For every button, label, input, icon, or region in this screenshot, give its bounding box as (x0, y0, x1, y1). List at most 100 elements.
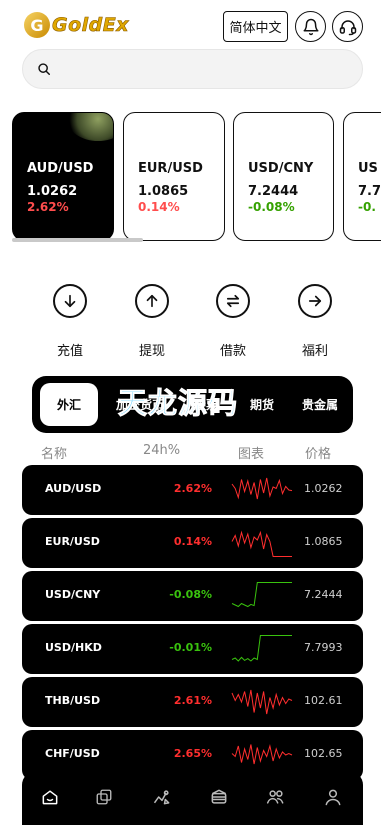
logo: G GoldEx (24, 12, 129, 38)
row-price: 7.7993 (304, 641, 343, 654)
sparkline-path (231, 744, 293, 765)
nav-markets[interactable] (93, 786, 115, 808)
bottom-nav (22, 771, 363, 825)
layers-icon (96, 789, 112, 805)
arrow-right-circle-icon (298, 284, 332, 318)
row-price: 102.61 (304, 694, 343, 707)
card-change: -0. (358, 200, 376, 214)
tab-precious-metals[interactable]: 贵金属 (292, 376, 348, 433)
quote-card[interactable]: EUR/USD 1.0865 0.14% (123, 112, 225, 241)
quote-row[interactable]: EUR/USD 0.14% 1.0865 (22, 518, 363, 568)
quote-card[interactable]: AUD/USD 1.0262 2.62% (12, 112, 114, 241)
deposit-button[interactable]: 充值 (45, 284, 95, 359)
logo-text: GoldEx (52, 14, 129, 37)
language-button[interactable]: 简体中文 (223, 11, 288, 42)
row-sparkline (231, 744, 293, 765)
sparkline-path (231, 635, 292, 662)
row-change: 2.62% (173, 482, 212, 495)
row-change: 0.14% (173, 535, 212, 548)
card-glow (67, 113, 113, 141)
row-symbol: EUR/USD (45, 535, 100, 548)
home-icon (42, 790, 58, 805)
action-label: 充值 (56, 344, 83, 359)
card-change: 2.62% (27, 200, 69, 214)
nav-profile[interactable] (322, 786, 344, 808)
row-sparkline (231, 582, 292, 608)
quote-row[interactable]: THB/USD 2.61% 102.61 (22, 677, 363, 727)
row-price: 7.2444 (304, 588, 343, 601)
benefits-button[interactable]: 福利 (290, 284, 340, 359)
row-symbol: THB/USD (45, 694, 101, 707)
chart-icon (153, 790, 170, 805)
category-tabs: 外汇 加密货币 股票 期货 贵金属 (32, 376, 353, 433)
row-price: 1.0865 (304, 535, 343, 548)
card-pair: USD/CNY (248, 161, 314, 176)
action-label: 福利 (301, 344, 328, 359)
row-sparkline (231, 635, 292, 662)
quote-card-carousel[interactable]: AUD/USD 1.0262 2.62% EUR/USD 1.0865 0.14… (0, 111, 381, 243)
bell-icon (303, 18, 318, 35)
card-pair: US (358, 161, 378, 176)
nav-community[interactable] (265, 786, 287, 808)
support-button[interactable] (332, 11, 363, 42)
row-symbol: AUD/USD (45, 482, 102, 495)
logo-mark: G (24, 12, 50, 38)
card-price: 1.0865 (138, 184, 189, 199)
card-price: 7.7 (358, 184, 381, 199)
sparkline-path (231, 582, 292, 608)
row-price: 102.65 (304, 747, 343, 760)
row-symbol: USD/CNY (45, 588, 101, 601)
notification-button[interactable] (295, 11, 326, 42)
row-change: 2.61% (173, 694, 212, 707)
row-sparkline (231, 477, 293, 500)
wallet-icon (211, 789, 227, 804)
tab-crypto[interactable]: 加密货币 (104, 376, 176, 433)
card-change: -0.08% (248, 200, 295, 214)
app-root: G GoldEx 简体中文 AUD/USD 1.0262 2.62% EUR/U… (0, 0, 381, 825)
row-change: 2.65% (173, 747, 212, 760)
column-header-name: 名称 (41, 447, 68, 462)
sparkline-path (231, 530, 292, 557)
tab-stocks[interactable]: 股票 (180, 376, 232, 433)
quote-row[interactable]: USD/CNY -0.08% 7.2444 (22, 571, 363, 621)
nav-home[interactable] (39, 786, 61, 808)
withdraw-button[interactable]: 提现 (127, 284, 177, 359)
nav-trade[interactable] (151, 786, 173, 808)
users-icon (266, 790, 284, 804)
row-symbol: USD/HKD (45, 641, 102, 654)
search-icon (38, 63, 50, 75)
row-change: -0.01% (169, 641, 212, 654)
card-change: 0.14% (138, 200, 180, 214)
row-symbol: CHF/USD (45, 747, 100, 760)
column-header-price: 价格 (305, 447, 332, 462)
action-label: 借款 (219, 344, 246, 359)
headset-icon (339, 19, 356, 35)
swap-circle-icon (216, 284, 250, 318)
arrow-down-circle-icon (53, 284, 87, 318)
tab-futures[interactable]: 期货 (236, 376, 288, 433)
quote-row[interactable]: USD/HKD -0.01% 7.7993 (22, 624, 363, 674)
column-header-chart: 图表 (238, 447, 265, 462)
row-change: -0.08% (169, 588, 212, 601)
row-price: 1.0262 (304, 482, 343, 495)
tab-forex[interactable]: 外汇 (40, 383, 98, 426)
row-sparkline (231, 530, 292, 557)
card-price: 7.2444 (248, 184, 299, 199)
nav-assets[interactable] (208, 786, 230, 808)
card-pair: AUD/USD (27, 161, 94, 176)
action-label: 提现 (138, 344, 165, 359)
quote-card[interactable]: USD/CNY 7.2444 -0.08% (233, 112, 334, 241)
quote-row[interactable]: AUD/USD 2.62% 1.0262 (22, 465, 363, 515)
arrow-up-circle-icon (135, 284, 169, 318)
quote-card[interactable]: US 7.7 -0. (343, 112, 381, 241)
row-sparkline (231, 689, 293, 715)
top-bar: G GoldEx 简体中文 (0, 0, 381, 52)
sparkline-path (231, 477, 293, 500)
carousel-scroll-indicator (12, 238, 143, 242)
sparkline-path (231, 689, 293, 715)
profile-icon (325, 789, 341, 806)
search-input[interactable] (59, 61, 339, 77)
search-bar[interactable] (22, 49, 363, 89)
card-pair: EUR/USD (138, 161, 203, 176)
loan-button[interactable]: 借款 (208, 284, 258, 359)
